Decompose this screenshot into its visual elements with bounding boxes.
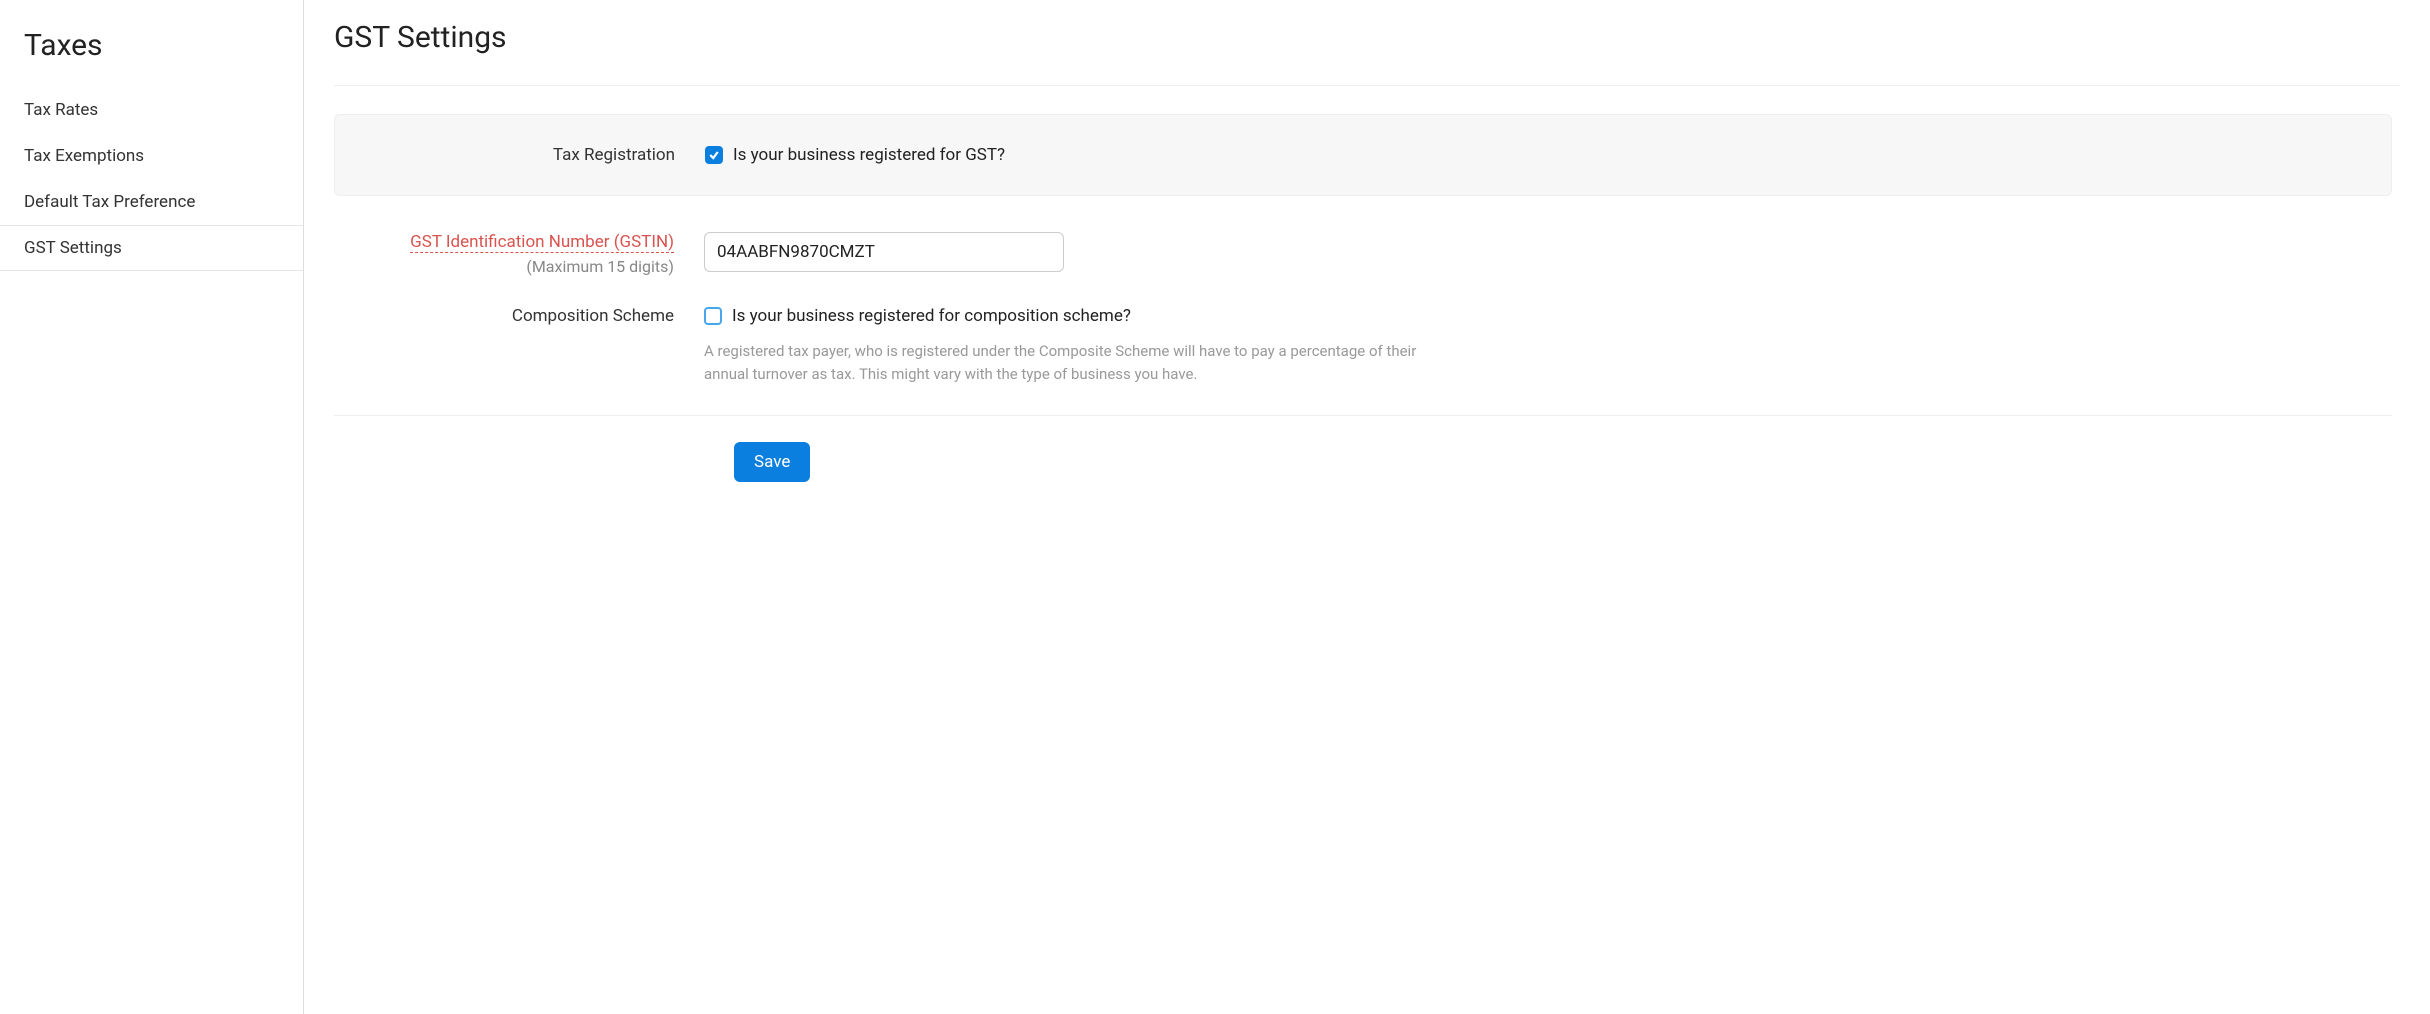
sidebar-title: Taxes [0, 18, 303, 87]
sidebar-item-gst-settings[interactable]: GST Settings [0, 225, 303, 271]
composition-checkbox[interactable] [704, 307, 722, 325]
sidebar: Taxes Tax Rates Tax Exemptions Default T… [0, 0, 304, 1014]
page-title: GST Settings [334, 20, 2400, 86]
gstin-label: GST Identification Number (GSTIN) [410, 232, 674, 253]
tax-registration-label: Tax Registration [335, 145, 705, 165]
gstin-input[interactable] [704, 232, 1064, 272]
divider [334, 415, 2392, 416]
check-icon [708, 149, 720, 161]
form-content: Tax Registration Is your business regist… [334, 86, 2400, 482]
tax-registration-checkbox[interactable] [705, 146, 723, 164]
main-content: GST Settings Tax Registration Is your bu… [304, 0, 2430, 1014]
tax-registration-checkbox-label[interactable]: Is your business registered for GST? [733, 145, 1005, 165]
composition-checkbox-label[interactable]: Is your business registered for composit… [732, 306, 1131, 326]
gstin-sublabel: (Maximum 15 digits) [526, 257, 674, 276]
save-button[interactable]: Save [734, 442, 810, 482]
composition-row: Composition Scheme Is your business regi… [334, 306, 2392, 385]
sidebar-item-default-tax-preference[interactable]: Default Tax Preference [0, 179, 303, 225]
sidebar-item-tax-exemptions[interactable]: Tax Exemptions [0, 133, 303, 179]
tax-registration-panel: Tax Registration Is your business regist… [334, 114, 2392, 196]
composition-help-text: A registered tax payer, who is registere… [704, 340, 1464, 385]
sidebar-item-tax-rates[interactable]: Tax Rates [0, 87, 303, 133]
sidebar-nav: Tax Rates Tax Exemptions Default Tax Pre… [0, 87, 303, 271]
composition-label: Composition Scheme [334, 306, 704, 326]
gstin-row: GST Identification Number (GSTIN) (Maxim… [334, 232, 2392, 276]
button-row: Save [334, 442, 2392, 482]
